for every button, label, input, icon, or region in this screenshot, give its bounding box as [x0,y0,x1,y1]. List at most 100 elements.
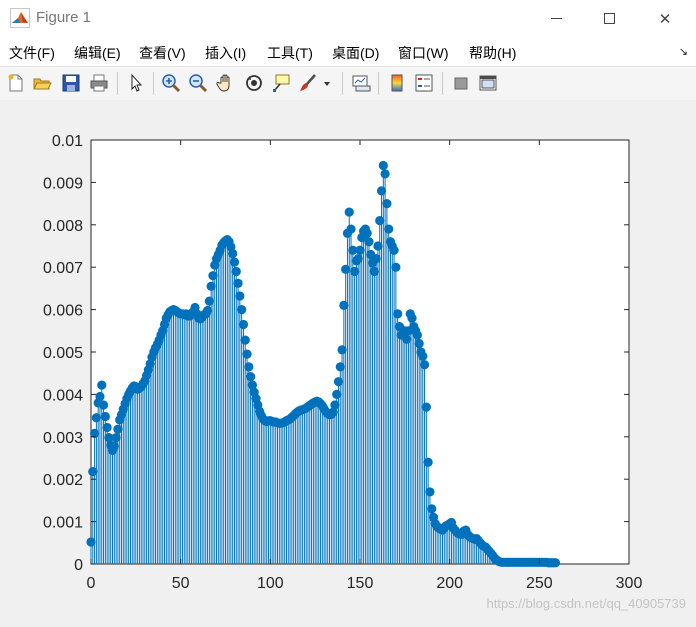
hide-plot-tools-icon[interactable] [451,73,471,93]
stem-marker [91,413,101,423]
x-tick-label: 150 [347,575,374,592]
close-button[interactable]: ✕ [642,0,688,37]
undock-arrow-icon[interactable]: ↘ [679,45,688,58]
brush-icon[interactable] [298,73,318,93]
menu-view[interactable]: 查看(V) [139,43,186,63]
menu-help[interactable]: 帮助(H) [469,43,516,63]
menu-tools[interactable]: 工具(T) [267,43,313,63]
print-icon[interactable] [89,73,109,93]
stem-marker [86,537,96,547]
stem-marker [109,441,119,451]
y-tick-label: 0.003 [43,430,83,447]
stem-marker [419,360,430,370]
stem-marker [369,266,379,277]
stem-marker [335,362,345,372]
stem-marker [97,380,107,390]
stem-marker [95,391,105,402]
menu-file[interactable]: 文件(F) [9,43,55,63]
x-tick-label: 0 [87,575,96,592]
stem-marker [346,224,356,234]
watermark: https://blog.csdn.net/qq_40905739 [486,596,687,611]
x-tick-label: 200 [436,575,463,592]
save-icon[interactable] [61,73,81,93]
y-tick-label: 0.007 [43,260,83,277]
stem-marker [242,349,252,359]
y-tick-label: 0.009 [43,175,83,192]
stem-marker [113,424,123,434]
stem-marker [364,237,374,247]
stem-marker [391,262,401,272]
zoom-in-icon[interactable] [161,73,181,93]
pan-icon[interactable] [216,73,236,93]
menu-desktop[interactable]: 桌面(D) [332,43,379,63]
link-plot-icon[interactable] [351,73,371,93]
stem-marker [208,271,218,281]
menu-window[interactable]: 窗口(W) [398,43,449,63]
rotate-3d-icon[interactable] [244,73,264,93]
stem-marker [380,169,390,179]
stem-marker [332,389,342,399]
stem-marker [233,278,243,288]
stem-marker [341,264,351,274]
stem-marker [246,371,256,382]
stem-marker [229,257,240,267]
stem-marker [102,422,112,433]
window-title: Figure 1 [36,9,92,26]
stem-marker [344,207,354,217]
stem-marker [353,254,363,264]
pointer-icon[interactable] [126,73,146,93]
stem-marker [333,377,344,387]
stem-marker [425,487,435,497]
matlab-logo-icon [10,8,30,28]
y-tick-label: 0.005 [43,345,83,362]
stem-marker [111,433,121,443]
minimize-icon [550,18,562,19]
stem-marker [382,199,392,209]
toolbar-separator [153,72,154,95]
stem-marker [337,345,347,355]
toolbar-separator [378,72,379,95]
show-plot-tools-icon[interactable] [478,73,498,93]
stem-marker [373,241,383,251]
stem-marker [371,254,381,264]
stem-marker [100,411,110,422]
stem-marker [244,362,254,372]
stem-marker [330,400,340,410]
y-tick-label: 0 [74,557,83,574]
stem-marker [88,466,98,477]
brush-dropdown-icon[interactable] [322,73,332,93]
toolbar-separator [117,72,118,95]
legend-icon[interactable] [414,73,434,93]
stem-marker [418,351,428,361]
stem-marker [414,338,424,349]
y-tick-label: 0.008 [43,218,83,235]
colorbar-icon[interactable] [387,73,407,93]
x-tick-label: 250 [526,575,553,592]
new-figure-icon[interactable] [6,73,26,93]
stem-marker [240,335,250,345]
stem-marker [228,249,238,259]
stem-marker [376,186,387,196]
stem-marker [235,291,245,301]
stem-marker [375,215,385,226]
open-file-icon[interactable] [32,73,52,93]
zoom-out-icon[interactable] [188,73,208,93]
figure-canvas: 0 50 100 150 200 250 300 0 0.001 0.002 0.003 0.004… [0,100,696,622]
menu-insert[interactable]: 插入(I) [205,43,246,63]
stem-marker [389,245,399,255]
y-tick-label: 0.006 [43,303,83,320]
stem-marker [427,504,437,514]
stem-marker [204,296,214,306]
maximize-button[interactable] [586,0,632,37]
maximize-icon [603,13,615,24]
minimize-button[interactable] [533,0,579,37]
stem-marker [355,245,365,255]
stem-plot[interactable]: 0 50 100 150 200 250 300 0 0.001 0.002 0.003 0.004… [0,100,696,622]
stem-marker [423,457,433,467]
stem-marker [231,266,241,277]
stem-marker [202,305,213,316]
stem-marker [237,305,247,315]
stem-marker [402,334,412,344]
data-cursor-icon[interactable] [271,73,291,93]
menu-edit[interactable]: 编辑(E) [74,43,121,63]
